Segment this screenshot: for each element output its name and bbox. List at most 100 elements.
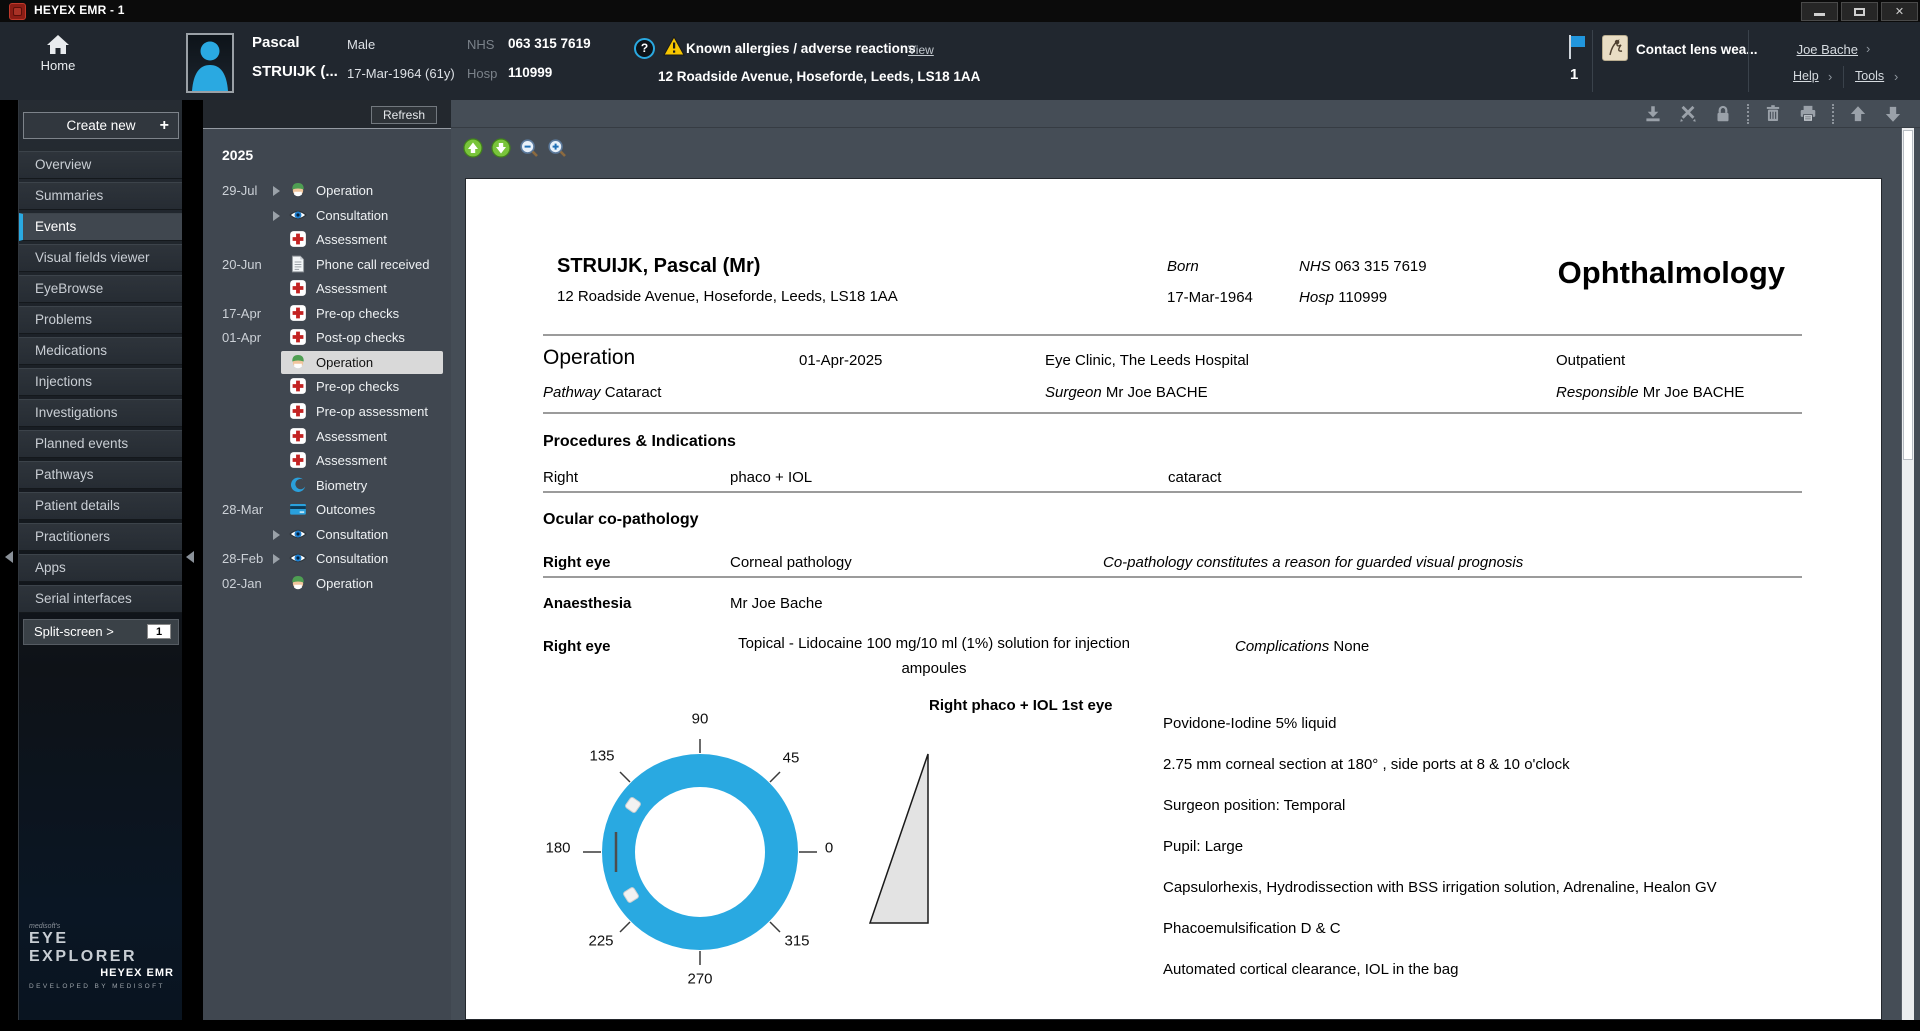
sidebar-item-apps[interactable]: Apps xyxy=(19,554,182,582)
sidebar-item-injections[interactable]: Injections xyxy=(19,368,182,396)
patient-dob: 17-Mar-1964 (61y) xyxy=(347,66,455,81)
timeline-event-assessment[interactable]: Assessment xyxy=(203,279,451,301)
sidebar-item-summaries[interactable]: Summaries xyxy=(19,182,182,210)
collapse-left-panel-arrow-icon[interactable] xyxy=(5,551,13,563)
timeline-event-assessment[interactable]: Assessment xyxy=(203,427,451,449)
sidebar-item-serial-interfaces[interactable]: Serial interfaces xyxy=(19,585,182,613)
help-menu-link[interactable]: Help xyxy=(1793,69,1819,83)
create-new-label: Create new xyxy=(66,118,136,133)
sidebar-item-label: Medications xyxy=(35,343,108,358)
assessment-cross-icon xyxy=(289,427,307,445)
sidebar-item-investigations[interactable]: Investigations xyxy=(19,399,182,427)
event-label: Operation xyxy=(316,183,374,198)
doc-responsible-label: Responsible xyxy=(1556,384,1639,401)
zoom-out-icon[interactable] xyxy=(519,138,539,158)
sidebar-item-planned-events[interactable]: Planned events xyxy=(19,430,182,458)
timeline-event-phone-call-received[interactable]: 20-Jun Phone call received xyxy=(203,255,451,277)
nhs-number: 063 315 7619 xyxy=(508,36,591,51)
edit-pencils-icon[interactable] xyxy=(1677,103,1699,125)
event-label: Pre-op checks xyxy=(316,379,400,395)
doc-proc-indication: cataract xyxy=(1168,469,1222,486)
sidebar-item-visual-fields-viewer[interactable]: Visual fields viewer xyxy=(19,244,182,272)
flag-icon[interactable] xyxy=(1566,34,1588,60)
lock-icon[interactable] xyxy=(1712,103,1734,125)
timeline-event-biometry[interactable]: Biometry xyxy=(203,476,451,498)
doc-op-setting: Outpatient xyxy=(1556,352,1626,369)
hosp-label: Hosp xyxy=(467,66,498,81)
timeline-event-pre-op-assessment[interactable]: Pre-op assessment xyxy=(203,402,451,424)
timeline-event-consultation[interactable]: Consultation xyxy=(203,525,451,547)
sidebar-item-pathways[interactable]: Pathways xyxy=(19,461,182,489)
print-icon[interactable] xyxy=(1797,103,1819,125)
alert-banner-text[interactable]: Contact lens wea... xyxy=(1636,42,1758,57)
collapse-timeline-arrow-icon[interactable] xyxy=(186,551,194,563)
sidebar-item-label: Pathways xyxy=(35,467,94,482)
user-menu-link[interactable]: Joe Bache xyxy=(1797,42,1858,57)
contact-lens-alert-icon[interactable] xyxy=(1602,35,1628,61)
move-up-icon[interactable] xyxy=(1847,103,1869,125)
timeline-event-operation[interactable]: 29-Jul Operation xyxy=(203,181,451,203)
expand-arrow-icon[interactable] xyxy=(273,186,280,196)
expand-arrow-icon[interactable] xyxy=(273,529,280,540)
allergy-warning-icon xyxy=(663,36,685,56)
minimize-icon xyxy=(1814,13,1825,16)
refresh-button[interactable]: Refresh xyxy=(371,106,437,124)
sidebar-item-events[interactable]: Events xyxy=(19,213,182,241)
timeline-event-assessment[interactable]: Assessment xyxy=(203,451,451,473)
timeline-event-consultation[interactable]: Consultation xyxy=(203,206,451,228)
expand-arrow-icon[interactable] xyxy=(273,554,280,565)
sidebar-item-medications[interactable]: Medications xyxy=(19,337,182,365)
sidebar-menu: Overview Summaries Events Visual fields vie… xyxy=(19,151,182,613)
create-new-button[interactable]: Create new + xyxy=(23,112,179,139)
sidebar-item-label: Summaries xyxy=(35,188,104,203)
window-title: HEYEX EMR - 1 xyxy=(34,3,125,17)
doc-pathway-value: Cataract xyxy=(604,384,662,401)
patient-avatar[interactable] xyxy=(186,33,234,93)
split-screen-control[interactable]: Split-screen > 1 xyxy=(23,619,179,645)
page-up-icon[interactable] xyxy=(463,138,483,158)
timeline-event-pre-op-checks[interactable]: Pre-op checks xyxy=(203,377,451,399)
trash-icon[interactable] xyxy=(1762,103,1784,125)
scrollbar-thumb[interactable] xyxy=(1903,130,1913,460)
minimize-button[interactable] xyxy=(1801,2,1838,21)
timeline-event-consultation[interactable]: 28-Feb Consultation xyxy=(203,549,451,571)
event-date: 28-Mar xyxy=(222,502,264,518)
consultation-eye-icon xyxy=(289,525,307,543)
sidebar-item-problems[interactable]: Problems xyxy=(19,306,182,334)
timeline-event-operation[interactable]: 02-Jan Operation xyxy=(203,574,451,596)
chevron-right-icon: › xyxy=(1894,69,1899,84)
timeline-event-operation[interactable]: Operation xyxy=(203,350,451,375)
document-scrollbar[interactable] xyxy=(1901,128,1914,1020)
tools-menu-link[interactable]: Tools xyxy=(1855,69,1884,83)
close-button[interactable]: ✕ xyxy=(1881,2,1918,21)
split-screen-label: Split-screen > xyxy=(34,624,114,639)
degree-label-315: 315 xyxy=(784,932,810,950)
plus-icon: + xyxy=(159,117,169,134)
degree-label-90: 90 xyxy=(691,710,709,728)
page-down-icon[interactable] xyxy=(491,138,511,158)
zoom-in-icon[interactable] xyxy=(547,138,567,158)
move-down-icon[interactable] xyxy=(1882,103,1904,125)
sidebar-item-overview[interactable]: Overview xyxy=(19,151,182,179)
navigation-sidebar: Create new + Overview Summaries Events Visu… xyxy=(18,100,182,1020)
patient-help-icon[interactable]: ? xyxy=(634,38,655,59)
timeline-event-pre-op-checks[interactable]: 17-Apr Pre-op checks xyxy=(203,304,451,326)
split-screen-count: 1 xyxy=(147,624,171,639)
timeline-event-outcomes[interactable]: 28-Mar Outcomes xyxy=(203,500,451,522)
person-silhouette-icon xyxy=(192,41,228,91)
allergies-text: Known allergies / adverse reactions xyxy=(686,41,916,56)
download-icon[interactable] xyxy=(1642,103,1664,125)
cornea-ring xyxy=(602,754,798,950)
sidebar-item-label: EyeBrowse xyxy=(35,281,104,296)
timeline-event-assessment[interactable]: Assessment xyxy=(203,230,451,252)
expand-arrow-icon[interactable] xyxy=(273,210,280,221)
home-button[interactable]: Home xyxy=(26,30,90,92)
sidebar-item-patient-details[interactable]: Patient details xyxy=(19,492,182,520)
sidebar-item-eyebrowse[interactable]: EyeBrowse xyxy=(19,275,182,303)
timeline-event-post-op-checks[interactable]: 01-Apr Post-op checks xyxy=(203,328,451,350)
event-label: Operation xyxy=(316,575,374,591)
doc-responsible-value: Mr Joe BACHE xyxy=(1642,384,1745,401)
allergies-view-link[interactable]: View xyxy=(908,43,934,57)
sidebar-item-practitioners[interactable]: Practitioners xyxy=(19,523,182,551)
maximize-button[interactable] xyxy=(1841,2,1878,21)
